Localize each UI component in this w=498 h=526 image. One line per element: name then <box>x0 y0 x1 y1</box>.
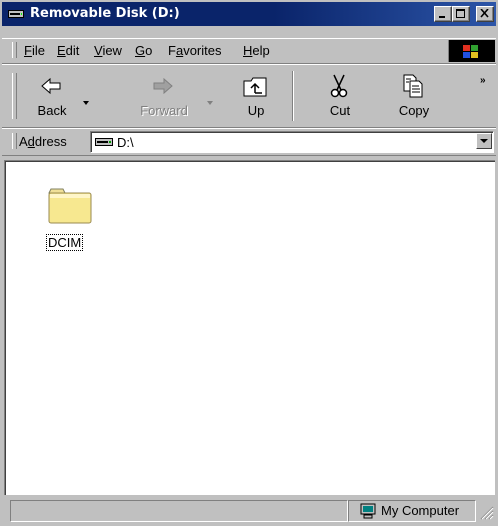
toolbar-separator <box>292 71 294 121</box>
close-button[interactable] <box>476 6 494 22</box>
menu-edit[interactable]: Edit <box>57 43 79 58</box>
menu-favorites[interactable]: Favorites <box>168 43 221 58</box>
up-folder-icon <box>240 73 270 99</box>
cut-button[interactable]: Cut <box>312 67 368 123</box>
up-button[interactable]: Up <box>228 67 284 123</box>
back-button[interactable]: Back <box>24 67 80 123</box>
explorer-window: Removable Disk (D:) File Edit View Go Fa… <box>0 0 498 526</box>
toolbar-grip[interactable] <box>12 73 17 119</box>
copy-button[interactable]: Copy <box>386 67 442 123</box>
maximize-button[interactable] <box>452 6 470 22</box>
window-title: Removable Disk (D:) <box>30 6 180 21</box>
scissors-icon <box>324 73 354 99</box>
address-input[interactable]: D:\ <box>90 131 494 153</box>
back-label: Back <box>37 103 67 118</box>
copy-icon <box>398 73 428 99</box>
menu-grip[interactable] <box>12 42 17 58</box>
back-arrow-icon <box>36 73 66 99</box>
address-bar: Address D:\ <box>2 128 496 156</box>
folder-item-dcim[interactable]: DCIM <box>39 185 99 265</box>
forward-arrow-icon <box>148 73 178 99</box>
zone-pane: My Computer <box>348 500 476 522</box>
folder-label[interactable]: DCIM <box>45 234 84 251</box>
back-dropdown-icon[interactable] <box>82 95 90 109</box>
forward-dropdown-icon[interactable] <box>206 95 214 109</box>
toolbar-more-chevron[interactable]: » <box>480 75 486 86</box>
removable-drive-icon <box>8 8 24 23</box>
status-text-pane <box>10 500 348 522</box>
copy-label: Copy <box>398 103 430 118</box>
folder-icon[interactable] <box>47 185 93 228</box>
title-bar[interactable]: Removable Disk (D:) <box>2 2 496 26</box>
menu-file[interactable]: File <box>24 43 45 58</box>
address-dropdown-button[interactable] <box>476 133 492 149</box>
forward-label: Forward <box>140 103 188 118</box>
windows-logo-icon <box>448 40 495 62</box>
menu-help[interactable]: Help <box>243 43 270 58</box>
menu-bar: File Edit View Go Favorites Help <box>2 38 496 64</box>
address-grip[interactable] <box>12 133 17 149</box>
up-label: Up <box>247 103 265 118</box>
file-view[interactable]: DCIM <box>4 160 495 495</box>
address-label: Address <box>19 134 67 149</box>
computer-icon <box>359 503 377 522</box>
cut-label: Cut <box>329 103 351 118</box>
minimize-button[interactable] <box>434 6 452 22</box>
forward-button[interactable]: Forward <box>136 67 192 123</box>
menu-go[interactable]: Go <box>135 43 152 58</box>
menu-view[interactable]: View <box>94 43 122 58</box>
removable-drive-icon <box>95 136 113 151</box>
standard-toolbar: Back Forward Up Cut Copy » <box>2 64 496 128</box>
resize-grip-icon[interactable] <box>478 504 494 523</box>
address-value[interactable]: D:\ <box>117 135 134 150</box>
status-bar: My Computer <box>2 498 496 524</box>
zone-label: My Computer <box>381 503 460 518</box>
